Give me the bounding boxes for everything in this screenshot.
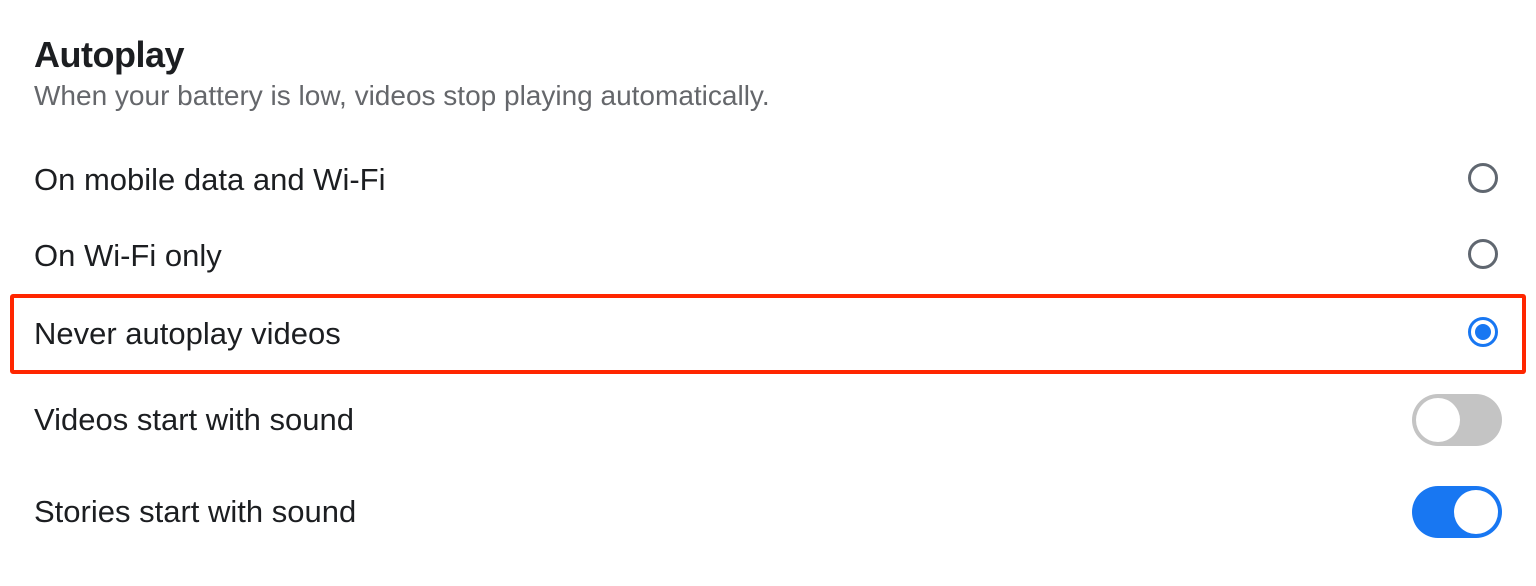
option-label: On mobile data and Wi-Fi bbox=[34, 162, 385, 198]
section-header: Autoplay When your battery is low, video… bbox=[34, 34, 1502, 112]
option-label: Never autoplay videos bbox=[34, 316, 341, 352]
section-subtitle: When your battery is low, videos stop pl… bbox=[34, 80, 1502, 112]
section-title: Autoplay bbox=[34, 34, 1502, 76]
toggle-knob bbox=[1454, 490, 1498, 534]
radio-icon bbox=[1468, 239, 1498, 269]
option-never-autoplay[interactable]: Never autoplay videos bbox=[34, 298, 1502, 370]
radio-icon-selected bbox=[1468, 317, 1498, 347]
option-stories-sound[interactable]: Stories start with sound bbox=[34, 466, 1502, 558]
option-label: On Wi-Fi only bbox=[34, 238, 222, 274]
toggle-knob bbox=[1416, 398, 1460, 442]
option-videos-sound[interactable]: Videos start with sound bbox=[34, 374, 1502, 466]
toggle-switch-off[interactable] bbox=[1412, 394, 1502, 446]
radio-icon bbox=[1468, 163, 1498, 193]
highlight-box: Never autoplay videos bbox=[10, 294, 1526, 374]
toggle-switch-on[interactable] bbox=[1412, 486, 1502, 538]
option-label: Stories start with sound bbox=[34, 494, 356, 530]
option-mobile-wifi[interactable]: On mobile data and Wi-Fi bbox=[34, 142, 1502, 218]
option-label: Videos start with sound bbox=[34, 402, 354, 438]
option-wifi-only[interactable]: On Wi-Fi only bbox=[34, 218, 1502, 294]
